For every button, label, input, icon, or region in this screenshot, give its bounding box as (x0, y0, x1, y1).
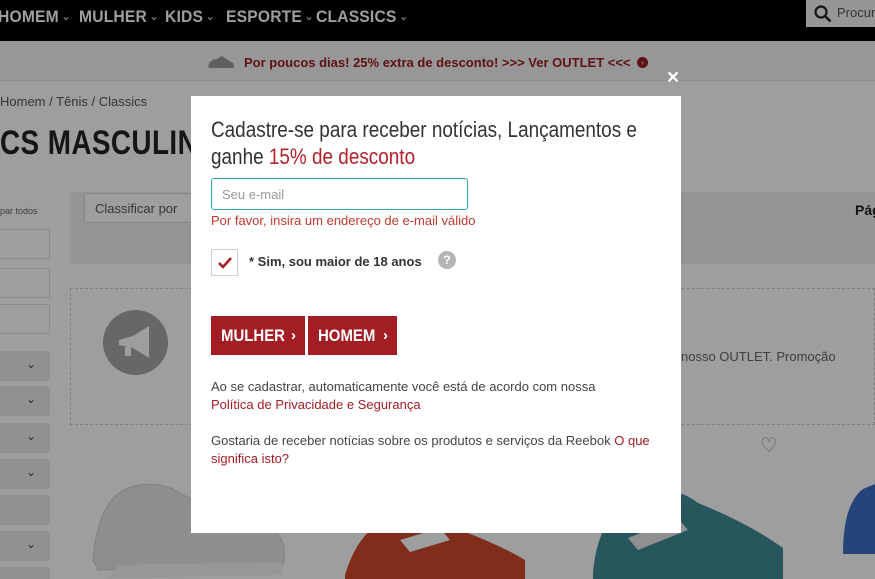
chevron-right-icon: › (291, 327, 296, 344)
help-icon[interactable]: ? (438, 251, 456, 269)
terms-text: Ao se cadastrar, automaticamente você es… (211, 379, 596, 394)
modal-title: Cadastre-se para receber notícias, Lança… (211, 116, 650, 170)
close-button[interactable]: × (664, 67, 682, 88)
button-label: HOMEM (318, 326, 376, 345)
newsletter-modal: Cadastre-se para receber notícias, Lança… (191, 96, 681, 533)
chevron-right-icon: › (383, 327, 388, 344)
email-field[interactable] (211, 178, 468, 210)
modal-title-discount: 15% de desconto (268, 144, 416, 169)
age-checkbox[interactable] (211, 249, 238, 276)
news-note: Gostaria de receber notícias sobre os pr… (211, 432, 651, 468)
button-label: MULHER (221, 326, 285, 345)
age-checkbox-label: * Sim, sou maior de 18 anos (249, 254, 422, 269)
privacy-policy-link[interactable]: Política de Privacidade e Segurança (211, 397, 421, 412)
women-signup-button[interactable]: MULHER › (211, 316, 305, 355)
men-signup-button[interactable]: HOMEM › (308, 316, 397, 355)
email-error-message: Por favor, insira um endereço de e-mail … (211, 213, 476, 228)
news-text: Gostaria de receber notícias sobre os pr… (211, 433, 611, 448)
terms-note: Ao se cadastrar, automaticamente você es… (211, 378, 651, 414)
checkmark-icon (218, 257, 232, 269)
